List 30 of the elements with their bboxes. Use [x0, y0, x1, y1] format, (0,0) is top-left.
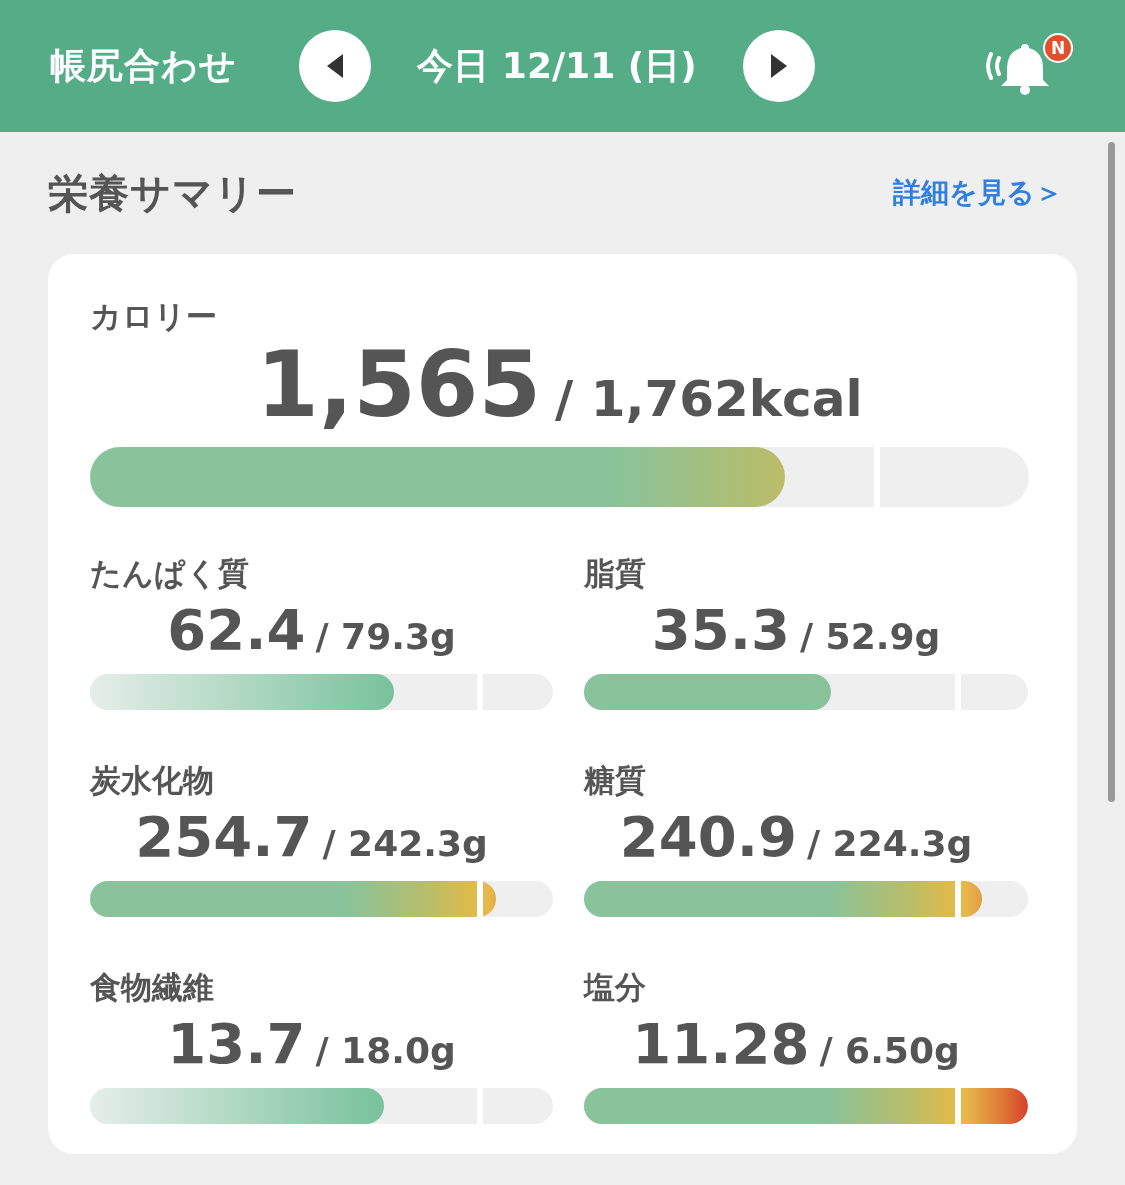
nutrient-label: 塩分 — [584, 968, 647, 1007]
nutrient-target: / 242.3g — [322, 823, 488, 864]
nutrient-label: カロリー — [90, 297, 218, 336]
date-label: 今日 12/11 (日) — [416, 43, 698, 88]
nutrient-label: たんぱく質 — [90, 554, 250, 593]
notification-badge: N — [1043, 33, 1073, 63]
nutrient-value: 13.7 — [167, 1011, 306, 1076]
notification-button[interactable]: N — [975, 31, 1075, 101]
nutrient-target: / 6.50g — [819, 1030, 960, 1071]
triangle-right-icon — [769, 53, 789, 79]
details-link[interactable]: 詳細を見る＞ — [893, 174, 1063, 212]
nutrient-label: 脂質 — [584, 554, 647, 593]
triangle-left-icon — [325, 53, 345, 79]
nutrient-value: 240.9 — [619, 804, 797, 869]
app-title: 帳尻合わせ — [50, 43, 237, 88]
nutrient-label: 食物繊維 — [90, 968, 215, 1007]
nutrient-value: 254.7 — [135, 804, 313, 869]
calorie-value: 1,565 — [256, 332, 542, 437]
nutrient-label: 炭水化物 — [90, 761, 215, 800]
nutrient-value: 62.4 — [167, 597, 306, 662]
section-title: 栄養サマリー — [48, 168, 297, 218]
nutrient-target: / 52.9g — [799, 616, 941, 657]
nutrient-target: / 224.3g — [806, 823, 973, 864]
nutrient-target: / 18.0g — [315, 1030, 456, 1071]
scrollbar-thumb[interactable] — [1108, 142, 1115, 802]
nutrient-target: / 79.3g — [315, 616, 456, 657]
nutrient-value: 11.28 — [632, 1011, 810, 1076]
nutrient-value: 35.3 — [651, 597, 790, 662]
calorie-target: / 1,762kcal — [555, 370, 863, 428]
nutrient-label: 糖質 — [584, 761, 647, 800]
